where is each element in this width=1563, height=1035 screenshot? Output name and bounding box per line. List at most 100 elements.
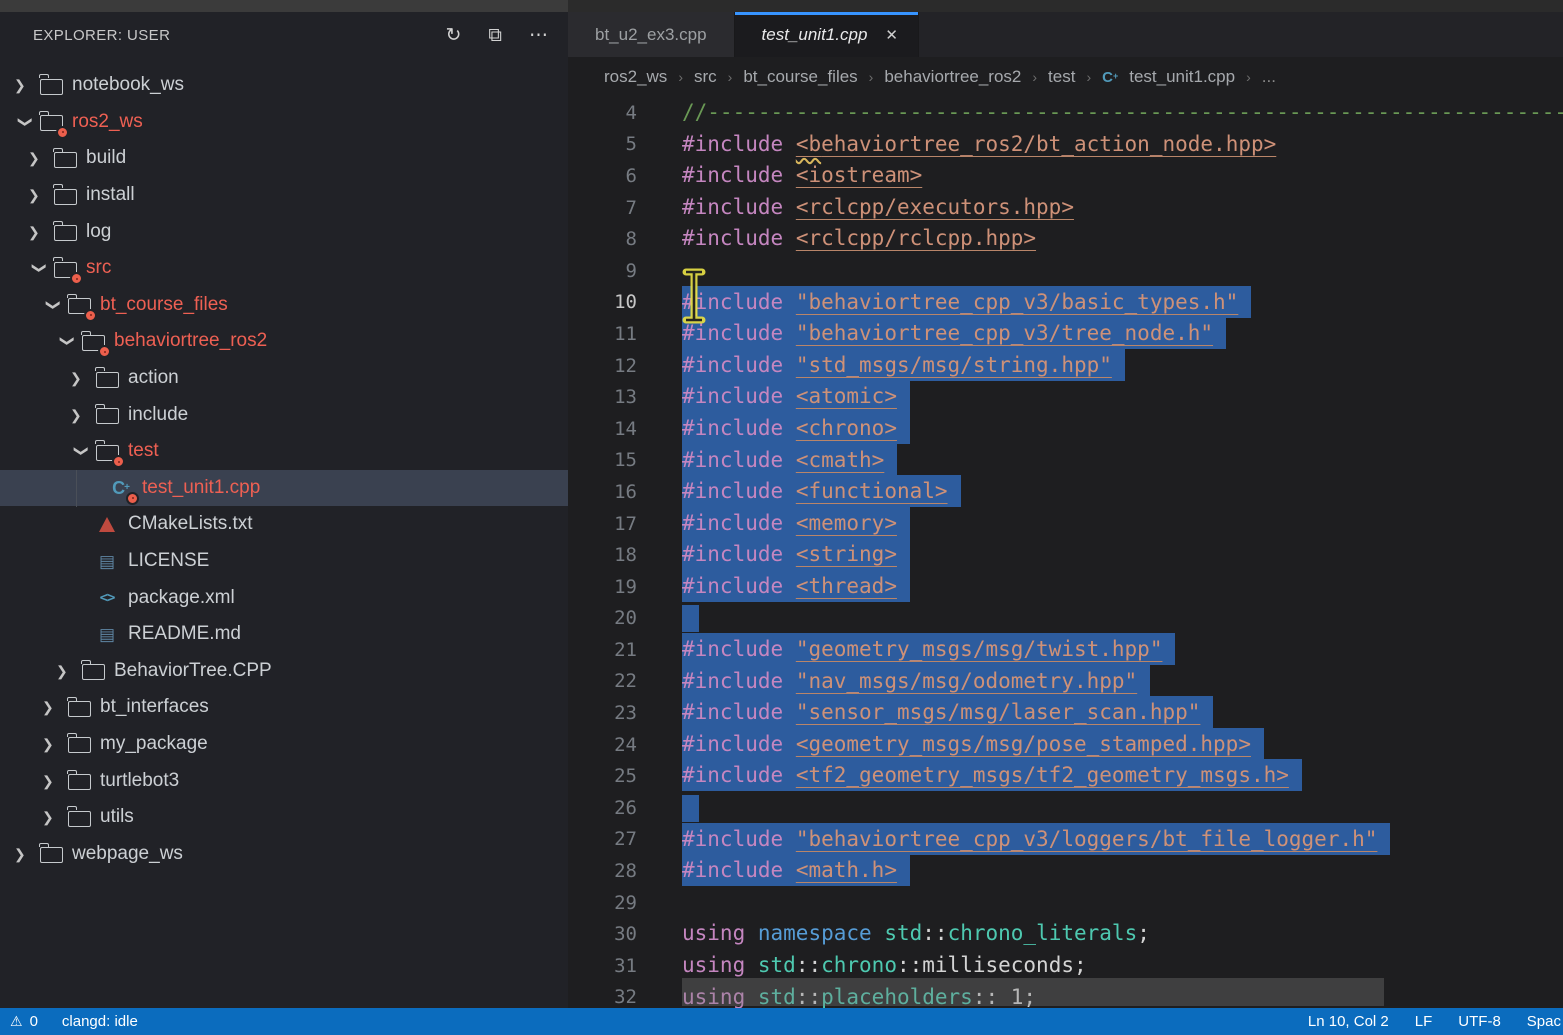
- line-number[interactable]: 19: [568, 576, 650, 598]
- line-number[interactable]: 18: [568, 544, 650, 566]
- tree-item-src[interactable]: ❯src: [0, 250, 568, 287]
- code-line-26[interactable]: 26: [568, 792, 1563, 824]
- line-number[interactable]: 8: [568, 228, 650, 250]
- tree-item-BehaviorTree.CPP[interactable]: ❯BehaviorTree.CPP: [0, 653, 568, 690]
- code-line-5[interactable]: 5#include <behaviortree_ros2/bt_action_n…: [568, 129, 1563, 161]
- breadcrumb-item-bt_course_files[interactable]: bt_course_files: [743, 67, 857, 87]
- tree-item-include[interactable]: ❯include: [0, 396, 568, 433]
- tree-item-CMakeLists.txt[interactable]: CMakeLists.txt: [0, 506, 568, 543]
- tree-item-notebook_ws[interactable]: ❯notebook_ws: [0, 67, 568, 104]
- code-line-28[interactable]: 28#include <math.h>: [568, 855, 1563, 887]
- code-line-23[interactable]: 23#include "sensor_msgs/msg/laser_scan.h…: [568, 697, 1563, 729]
- chevron-icon[interactable]: ❯: [42, 774, 66, 788]
- line-number[interactable]: 10: [568, 291, 650, 313]
- tree-item-build[interactable]: ❯build: [0, 140, 568, 177]
- code-line-27[interactable]: 27#include "behaviortree_cpp_v3/loggers/…: [568, 824, 1563, 856]
- line-number[interactable]: 27: [568, 828, 650, 850]
- line-number[interactable]: 20: [568, 607, 650, 629]
- code-line-7[interactable]: 7#include <rclcpp/executors.hpp>: [568, 192, 1563, 224]
- line-number[interactable]: 14: [568, 418, 650, 440]
- code-line-14[interactable]: 14#include <chrono>: [568, 413, 1563, 445]
- tree-item-package.xml[interactable]: <>package.xml: [0, 579, 568, 616]
- tree-item-test[interactable]: ❯test: [0, 433, 568, 470]
- tree-item-turtlebot3[interactable]: ❯turtlebot3: [0, 762, 568, 799]
- chevron-icon[interactable]: ❯: [75, 439, 89, 463]
- chevron-icon[interactable]: ❯: [28, 225, 52, 239]
- line-number[interactable]: 9: [568, 260, 650, 282]
- code-line-15[interactable]: 15#include <cmath>: [568, 445, 1563, 477]
- indentation-indicator[interactable]: Spac: [1527, 1013, 1561, 1030]
- tree-item-LICENSE[interactable]: ▤LICENSE: [0, 543, 568, 580]
- code-line-25[interactable]: 25#include <tf2_geometry_msgs/tf2_geomet…: [568, 760, 1563, 792]
- refresh-icon[interactable]: ↻: [446, 26, 462, 45]
- code-area[interactable]: 4//-------------------------------------…: [568, 97, 1563, 1008]
- line-number[interactable]: 4: [568, 102, 650, 124]
- code-line-17[interactable]: 17#include <memory>: [568, 508, 1563, 540]
- tree-item-action[interactable]: ❯action: [0, 360, 568, 397]
- line-number[interactable]: 16: [568, 481, 650, 503]
- code-line-9[interactable]: 9: [568, 255, 1563, 287]
- line-number[interactable]: 23: [568, 702, 650, 724]
- tree-item-utils[interactable]: ❯utils: [0, 799, 568, 836]
- breadcrumb-item-file[interactable]: test_unit1.cpp: [1129, 67, 1235, 87]
- code-line-29[interactable]: 29: [568, 887, 1563, 919]
- chevron-icon[interactable]: ❯: [19, 110, 33, 134]
- line-number[interactable]: 24: [568, 734, 650, 756]
- code-line-13[interactable]: 13#include <atomic>: [568, 381, 1563, 413]
- line-number[interactable]: 29: [568, 892, 650, 914]
- tree-item-webpage_ws[interactable]: ❯webpage_ws: [0, 835, 568, 872]
- tree-item-bt_course_files[interactable]: ❯bt_course_files: [0, 287, 568, 324]
- line-number[interactable]: 25: [568, 765, 650, 787]
- breadcrumb-item-behaviortree_ros2[interactable]: behaviortree_ros2: [884, 67, 1021, 87]
- line-number[interactable]: 5: [568, 133, 650, 155]
- code-line-18[interactable]: 18#include <string>: [568, 539, 1563, 571]
- code-line-16[interactable]: 16#include <functional>: [568, 476, 1563, 508]
- problems-indicator[interactable]: ⚠ 0: [10, 1013, 38, 1030]
- more-actions-icon[interactable]: ⋯: [529, 26, 548, 45]
- chevron-icon[interactable]: ❯: [28, 151, 52, 165]
- code-line-11[interactable]: 11#include "behaviortree_cpp_v3/tree_nod…: [568, 318, 1563, 350]
- chevron-icon[interactable]: ❯: [33, 256, 47, 280]
- line-number[interactable]: 21: [568, 639, 650, 661]
- chevron-icon[interactable]: ❯: [56, 664, 80, 678]
- line-number[interactable]: 31: [568, 955, 650, 977]
- breadcrumb-item-ros2_ws[interactable]: ros2_ws: [604, 67, 667, 87]
- line-number[interactable]: 17: [568, 513, 650, 535]
- code-line-30[interactable]: 30using namespace std::chrono_literals;: [568, 918, 1563, 950]
- line-number[interactable]: 26: [568, 797, 650, 819]
- tree-item-README.md[interactable]: ▤README.md: [0, 616, 568, 653]
- tree-item-my_package[interactable]: ❯my_package: [0, 726, 568, 763]
- tree-item-install[interactable]: ❯install: [0, 177, 568, 214]
- line-number[interactable]: 7: [568, 197, 650, 219]
- chevron-icon[interactable]: ❯: [14, 78, 38, 92]
- tree-item-bt_interfaces[interactable]: ❯bt_interfaces: [0, 689, 568, 726]
- clangd-status[interactable]: clangd: idle: [62, 1013, 138, 1030]
- code-line-21[interactable]: 21#include "geometry_msgs/msg/twist.hpp": [568, 634, 1563, 666]
- code-line-10[interactable]: 10#include "behaviortree_cpp_v3/basic_ty…: [568, 287, 1563, 319]
- tab-test_unit1.cpp[interactable]: test_unit1.cpp ✕: [735, 12, 919, 57]
- chevron-icon[interactable]: ❯: [61, 329, 75, 353]
- tab-bt_u2_ex3.cpp[interactable]: bt_u2_ex3.cpp: [568, 12, 735, 57]
- code-line-31[interactable]: 31using std::chrono::milliseconds;: [568, 950, 1563, 982]
- tree-item-log[interactable]: ❯log: [0, 213, 568, 250]
- code-line-20[interactable]: 20: [568, 603, 1563, 635]
- line-number[interactable]: 30: [568, 923, 650, 945]
- code-line-24[interactable]: 24#include <geometry_msgs/msg/pose_stamp…: [568, 729, 1563, 761]
- chevron-icon[interactable]: ❯: [70, 408, 94, 422]
- chevron-icon[interactable]: ❯: [42, 700, 66, 714]
- chevron-icon[interactable]: ❯: [47, 293, 61, 317]
- line-number[interactable]: 22: [568, 670, 650, 692]
- tree-item-test_unit1.cpp[interactable]: C+test_unit1.cpp: [0, 470, 568, 507]
- chevron-icon[interactable]: ❯: [42, 810, 66, 824]
- code-line-19[interactable]: 19#include <thread>: [568, 571, 1563, 603]
- eol-indicator[interactable]: LF: [1415, 1013, 1433, 1030]
- line-number[interactable]: 12: [568, 355, 650, 377]
- chevron-icon[interactable]: ❯: [42, 737, 66, 751]
- line-number[interactable]: 32: [568, 986, 650, 1008]
- line-number[interactable]: 11: [568, 323, 650, 345]
- chevron-icon[interactable]: ❯: [14, 847, 38, 861]
- code-line-22[interactable]: 22#include "nav_msgs/msg/odometry.hpp": [568, 666, 1563, 698]
- tree-item-ros2_ws[interactable]: ❯ros2_ws: [0, 104, 568, 141]
- collapse-all-icon[interactable]: ⧉: [488, 26, 502, 45]
- line-number[interactable]: 6: [568, 165, 650, 187]
